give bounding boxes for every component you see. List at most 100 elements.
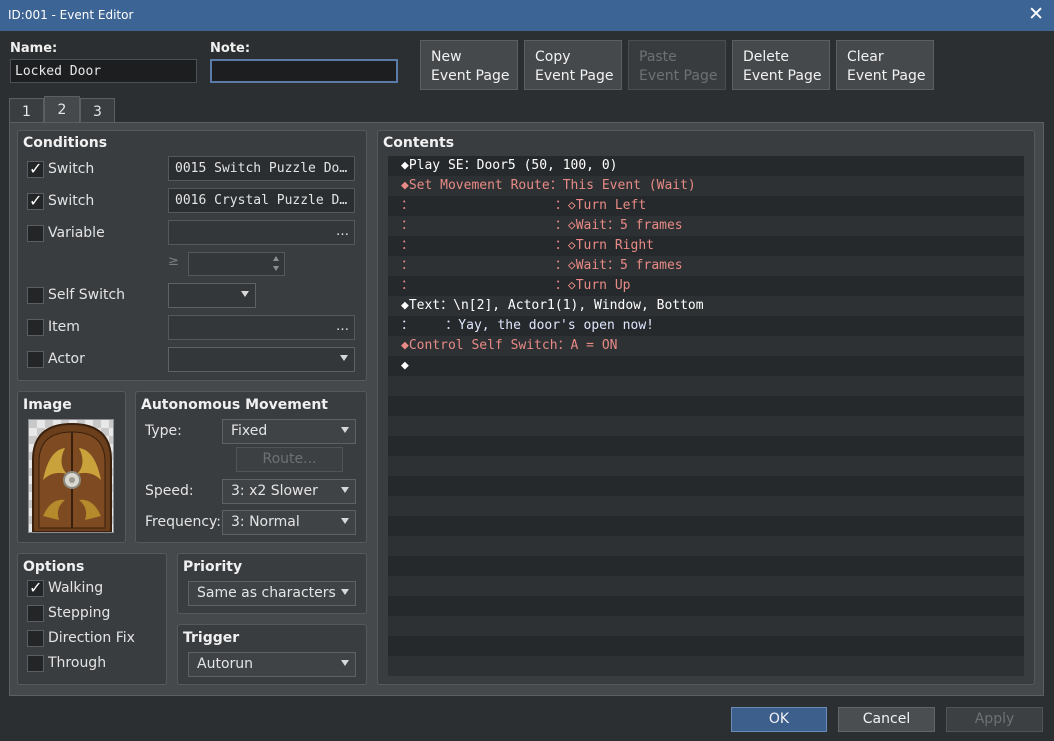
type-label: Type: <box>145 423 182 439</box>
switch2-selector[interactable]: 0016 Crystal Puzzle D… <box>168 188 355 213</box>
apply-button: Apply <box>946 707 1043 732</box>
conditions-title: Conditions <box>23 135 108 151</box>
through-checkbox[interactable] <box>27 655 44 672</box>
item-checkbox[interactable] <box>27 319 44 336</box>
frequency-label: Frequency: <box>145 514 222 530</box>
tab-page-2[interactable]: 2 <box>44 96 80 123</box>
clear-event-page-button[interactable]: Clear Event Page <box>836 40 934 90</box>
empty-command-row <box>388 456 1024 476</box>
item-label: Item <box>48 319 80 335</box>
empty-command-row <box>388 496 1024 516</box>
empty-command-row <box>388 616 1024 636</box>
empty-command-row <box>388 536 1024 556</box>
priority-title: Priority <box>183 559 243 575</box>
event-command-row[interactable]: ： ：◇Turn Up <box>388 276 1024 296</box>
self-switch-label: Self Switch <box>48 287 126 303</box>
variable-ellipsis: … <box>336 224 349 239</box>
paste-event-page-button: Paste Event Page <box>628 40 726 90</box>
spin-down-icon <box>273 266 279 271</box>
greater-equal-icon: ≥ <box>168 254 179 269</box>
event-command-row[interactable]: ： ：◇Wait：5 frames <box>388 216 1024 236</box>
switch2-label: Switch <box>48 193 95 209</box>
item-selector: … <box>168 315 355 340</box>
event-command-row[interactable]: ◆Control Self Switch：A = ON <box>388 336 1024 356</box>
empty-command-row <box>388 436 1024 456</box>
note-field[interactable] <box>210 59 398 83</box>
self-switch-dropdown <box>168 283 256 308</box>
close-icon[interactable]: ✕ <box>1028 3 1044 25</box>
options-title: Options <box>23 559 85 575</box>
empty-command-row <box>388 636 1024 656</box>
event-command-row[interactable]: ： ：◇Wait：5 frames <box>388 256 1024 276</box>
spin-up-icon <box>273 256 279 261</box>
speed-dropdown[interactable]: 3: x2 Slower <box>222 479 356 504</box>
window-title: ID:001 - Event Editor <box>8 8 134 22</box>
image-title: Image <box>23 397 72 413</box>
empty-command-row <box>388 416 1024 436</box>
actor-label: Actor <box>48 351 85 367</box>
chevron-down-icon <box>341 518 349 524</box>
switch2-checkbox[interactable] <box>27 191 44 210</box>
name-field[interactable]: Locked Door <box>10 59 197 83</box>
chevron-down-icon <box>341 660 349 666</box>
empty-command-row <box>388 396 1024 416</box>
empty-command-row <box>388 516 1024 536</box>
contents-title: Contents <box>383 135 455 151</box>
tab-page-1[interactable]: 1 <box>9 98 44 123</box>
variable-label: Variable <box>48 225 105 241</box>
empty-command-row <box>388 556 1024 576</box>
direction-fix-label: Direction Fix <box>48 630 135 646</box>
delete-event-page-button[interactable]: Delete Event Page <box>732 40 830 90</box>
door-icon <box>32 422 112 532</box>
new-event-page-button[interactable]: New Event Page <box>420 40 518 90</box>
event-command-row[interactable]: ◆Set Movement Route：This Event (Wait) <box>388 176 1024 196</box>
stepping-checkbox[interactable] <box>27 605 44 622</box>
empty-command-row <box>388 576 1024 596</box>
variable-value-spinner <box>188 252 285 276</box>
switch1-label: Switch <box>48 161 95 177</box>
stepping-label: Stepping <box>48 605 111 621</box>
event-command-row[interactable]: ◆Text：\n[2], Actor1(1), Window, Bottom <box>388 296 1024 316</box>
walking-label: Walking <box>48 580 104 596</box>
chevron-down-icon <box>341 427 349 433</box>
event-command-row[interactable]: ◆Play SE：Door5 (50, 100, 0) <box>388 156 1024 176</box>
trigger-dropdown[interactable]: Autorun <box>188 652 356 677</box>
chevron-down-icon <box>241 291 249 297</box>
variable-checkbox[interactable] <box>27 225 44 242</box>
through-label: Through <box>48 655 107 671</box>
event-command-list[interactable]: ◆Play SE：Door5 (50, 100, 0) ◆Set Movement… <box>388 156 1024 676</box>
walking-checkbox[interactable] <box>27 578 44 597</box>
copy-event-page-button[interactable]: Copy Event Page <box>524 40 622 90</box>
autonomous-movement-title: Autonomous Movement <box>141 397 328 413</box>
direction-fix-checkbox[interactable] <box>27 630 44 647</box>
ok-button[interactable]: OK <box>731 707 827 732</box>
cancel-button[interactable]: Cancel <box>838 707 935 732</box>
event-image[interactable] <box>28 419 114 533</box>
event-command-row[interactable]: ： ：◇Turn Right <box>388 236 1024 256</box>
event-command-row[interactable]: ： ：◇Turn Left <box>388 196 1024 216</box>
note-label: Note: <box>210 41 251 56</box>
type-dropdown[interactable]: Fixed <box>222 419 356 444</box>
actor-dropdown <box>168 347 355 372</box>
item-ellipsis: … <box>336 319 349 334</box>
empty-command-row <box>388 656 1024 676</box>
actor-checkbox[interactable] <box>27 351 44 368</box>
trigger-title: Trigger <box>183 630 240 646</box>
switch1-selector[interactable]: 0015 Switch Puzzle Do… <box>168 156 355 181</box>
event-command-row[interactable]: ◆ <box>388 356 1024 376</box>
speed-label: Speed: <box>145 483 194 499</box>
frequency-dropdown[interactable]: 3: Normal <box>222 510 356 535</box>
variable-selector: … <box>168 220 355 245</box>
empty-command-row <box>388 476 1024 496</box>
event-command-row[interactable]: ： ：Yay, the door's open now! <box>388 316 1024 336</box>
route-button: Route... <box>236 447 343 472</box>
name-label: Name: <box>10 41 58 56</box>
chevron-down-icon <box>340 355 348 361</box>
tab-page-3[interactable]: 3 <box>80 98 115 123</box>
self-switch-checkbox[interactable] <box>27 287 44 304</box>
priority-dropdown[interactable]: Same as characters <box>188 581 356 606</box>
chevron-down-icon <box>341 589 349 595</box>
title-bar: ID:001 - Event Editor ✕ <box>0 0 1054 31</box>
chevron-down-icon <box>341 487 349 493</box>
switch1-checkbox[interactable] <box>27 159 44 178</box>
